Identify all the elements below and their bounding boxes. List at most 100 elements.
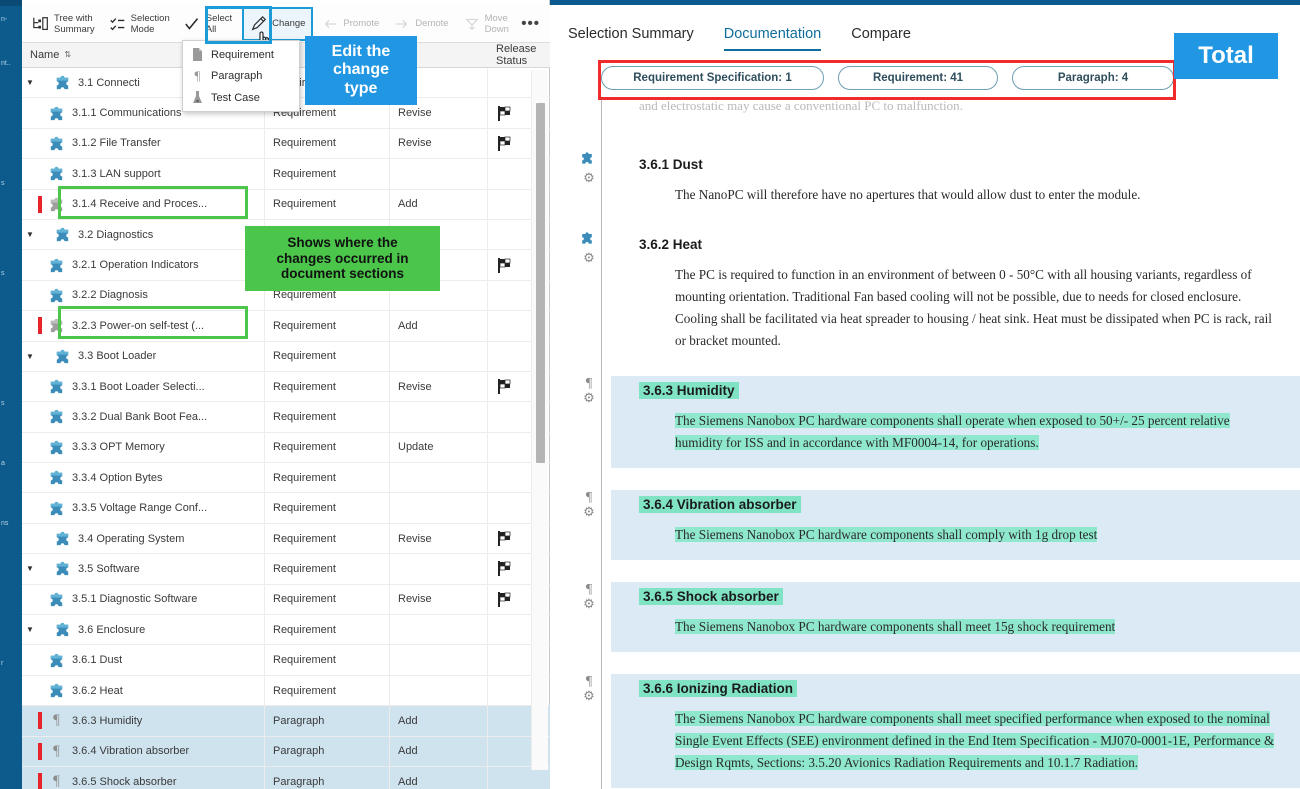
section-gutter-icons: ¶ ⚙	[579, 674, 599, 703]
toolbar-promote-button[interactable]: Promote	[315, 8, 385, 40]
row-name-cell[interactable]: 3.5.1 Diagnostic Software	[22, 584, 265, 615]
table-row[interactable]: 3.6.1 Dust Requirement	[22, 645, 550, 676]
row-name-cell[interactable]: ▼ 3.6 Enclosure	[22, 615, 265, 645]
row-name-cell[interactable]: ¶ 3.6.5 Shock absorber	[22, 766, 265, 789]
table-row[interactable]: 3.1.2 File Transfer Requirement Revise	[22, 128, 550, 160]
table-row[interactable]: 3.3.5 Voltage Range Conf... Requirement	[22, 493, 550, 524]
gear-icon[interactable]: ⚙	[579, 689, 599, 703]
table-row[interactable]: 3.1.3 LAN support Requirement	[22, 159, 550, 190]
sort-icon[interactable]: ⇅	[64, 51, 71, 59]
requirement-icon	[582, 152, 592, 164]
tab-selection-summary[interactable]: Selection Summary	[568, 26, 694, 51]
tree-table-body[interactable]: ▼ 3.1 Connecti Requirement 3.1.1 Communicat…	[22, 68, 550, 789]
gear-icon[interactable]: ⚙	[579, 505, 599, 519]
nav-ghost-item[interactable]: n-	[1, 16, 7, 23]
table-row[interactable]: ¶ 3.6.5 Shock absorber Paragraph Add	[22, 766, 550, 789]
callout-line-2: change type	[332, 61, 389, 97]
row-name-cell[interactable]: 3.3.4 Option Bytes	[22, 463, 265, 493]
row-name-cell[interactable]: 3.6.2 Heat	[22, 675, 265, 706]
nav-ghost-item[interactable]: s	[1, 270, 5, 277]
nav-ghost-item[interactable]: a	[1, 460, 5, 467]
nav-ghost-item[interactable]: s	[1, 180, 5, 187]
toolbar-overflow-button[interactable]: •••	[521, 15, 540, 32]
table-row[interactable]: 3.3.4 Option Bytes Requirement	[22, 463, 550, 494]
chip-requirement-count[interactable]: Requirement: 41	[838, 66, 998, 90]
row-name-cell[interactable]: ▼ 3.5 Software	[22, 554, 265, 584]
documentation-viewer[interactable]: and electrostatic may cause a convention…	[551, 98, 1300, 789]
row-name-label: 3.6.1 Dust	[72, 654, 123, 667]
puzzle-icon	[50, 683, 63, 698]
row-name-cell[interactable]: ▼ 3.2 Diagnostics	[22, 219, 265, 250]
toolbar-select-all[interactable]: Select All	[178, 8, 238, 40]
table-row[interactable]: 3.4 Operating System Requirement Revise	[22, 523, 550, 555]
row-name-cell[interactable]: 3.3.2 Dual Bank Boot Fea...	[22, 402, 265, 432]
row-name-cell[interactable]: 3.3.3 OPT Memory	[22, 432, 265, 463]
row-name-cell[interactable]: 3.1.4 Receive and Proces...	[22, 189, 265, 219]
tab-compare[interactable]: Compare	[851, 26, 911, 51]
table-row[interactable]: ¶ 3.6.3 Humidity Paragraph Add	[22, 706, 550, 737]
table-row[interactable]: 3.5.1 Diagnostic Software Requirement Revi…	[22, 584, 550, 616]
gear-icon[interactable]: ⚙	[579, 251, 599, 265]
nav-ghost-item[interactable]: s	[1, 400, 5, 407]
row-type-label: Requirement	[273, 410, 336, 423]
table-row[interactable]: 3.1.4 Receive and Proces... Requirement Ad…	[22, 189, 550, 220]
table-row[interactable]: 3.3.2 Dual Bank Boot Fea... Requirement	[22, 402, 550, 433]
row-name-cell[interactable]: ▼ 3.3 Boot Loader	[22, 341, 265, 371]
row-name-cell[interactable]: 3.2.1 Operation Indicators	[22, 250, 265, 280]
gear-icon[interactable]: ⚙	[579, 171, 599, 185]
toolbar-demote-button[interactable]: Demote	[387, 8, 454, 40]
row-name-cell[interactable]: 3.1.3 LAN support	[22, 159, 265, 189]
chip-requirement-specification[interactable]: Requirement Specification: 1	[601, 66, 824, 90]
menu-item-test-case[interactable]: Test Case	[183, 87, 299, 108]
nav-ghost-item[interactable]: r	[1, 660, 3, 667]
release-status-flag-icon	[498, 105, 511, 121]
row-expand-twisty[interactable]: ▼	[22, 230, 38, 239]
toolbar-selection-mode[interactable]: Selection Mode	[103, 8, 176, 40]
tab-documentation[interactable]: Documentation	[723, 26, 822, 51]
table-row[interactable]: ▼ 3.5 Software Requirement	[22, 554, 550, 585]
row-expand-twisty[interactable]: ▼	[22, 564, 38, 573]
row-type-label: Requirement	[273, 502, 336, 515]
row-change-label: Add	[398, 775, 418, 788]
row-name-cell[interactable]: 3.3.5 Voltage Range Conf...	[22, 493, 265, 523]
column-header-release-status[interactable]: Release Status	[488, 43, 550, 67]
row-change-label: Revise	[398, 532, 432, 545]
gear-icon[interactable]: ⚙	[579, 597, 599, 611]
table-row[interactable]: 3.6.2 Heat Requirement	[22, 675, 550, 707]
row-expand-twisty[interactable]: ▼	[22, 625, 38, 634]
row-name-cell[interactable]: 3.6.1 Dust	[22, 645, 265, 675]
table-row[interactable]: 3.3.3 OPT Memory Requirement Update	[22, 432, 550, 464]
toolbar-change-button[interactable]: Change	[242, 6, 314, 41]
left-nav-strip[interactable]: n- nt.. s s s a ns r	[0, 0, 22, 789]
document-section: 3.6.5 Shock absorber The Siemens Nanobox …	[611, 582, 1300, 652]
toolbar-move-down-button[interactable]: Move Down	[457, 8, 520, 40]
table-row[interactable]: ¶ 3.6.4 Vibration absorber Paragraph Add	[22, 736, 550, 767]
tree-vertical-scrollbar[interactable]	[531, 70, 548, 770]
puzzle-icon	[50, 592, 63, 606]
menu-item-requirement[interactable]: Requirement	[183, 44, 299, 65]
nav-ghost-item[interactable]: nt..	[1, 60, 11, 67]
row-name-cell[interactable]: 3.1.2 File Transfer	[22, 128, 265, 159]
row-name-cell[interactable]: 3.2.3 Power-on self-test (...	[22, 311, 265, 341]
table-row[interactable]: ▼ 3.6 Enclosure Requirement	[22, 615, 550, 646]
row-name-cell[interactable]: 3.4 Operating System	[22, 523, 265, 554]
table-row[interactable]: ▼ 3.3 Boot Loader Requirement	[22, 341, 550, 372]
table-row[interactable]: 3.3.1 Boot Loader Selecti... Requirement R…	[22, 371, 550, 403]
row-name-cell[interactable]: 3.3.1 Boot Loader Selecti...	[22, 371, 265, 402]
toolbar-tree-with-summary[interactable]: Tree with Summary	[26, 8, 101, 40]
nav-ghost-item[interactable]: ns	[1, 520, 8, 527]
change-type-dropdown-menu[interactable]: Requirement ¶ Paragraph Test Case	[182, 40, 300, 112]
menu-item-paragraph[interactable]: ¶ Paragraph	[183, 65, 299, 87]
gear-icon[interactable]: ⚙	[579, 391, 599, 405]
row-change-cell: Add	[390, 311, 488, 341]
row-expand-twisty[interactable]: ▼	[22, 78, 38, 87]
row-name-cell[interactable]: ¶ 3.6.3 Humidity	[22, 706, 265, 736]
row-name-cell[interactable]: 3.2.2 Diagnosis	[22, 280, 265, 311]
row-name-cell[interactable]: ¶ 3.6.4 Vibration absorber	[22, 736, 265, 766]
row-expand-twisty[interactable]: ▼	[22, 352, 38, 361]
scrollbar-thumb[interactable]	[536, 103, 545, 463]
table-row[interactable]: 3.2.3 Power-on self-test (... Requirement…	[22, 311, 550, 342]
section-heading: 3.6.5 Shock absorber	[611, 582, 1300, 606]
chip-paragraph-count[interactable]: Paragraph: 4	[1012, 66, 1174, 90]
